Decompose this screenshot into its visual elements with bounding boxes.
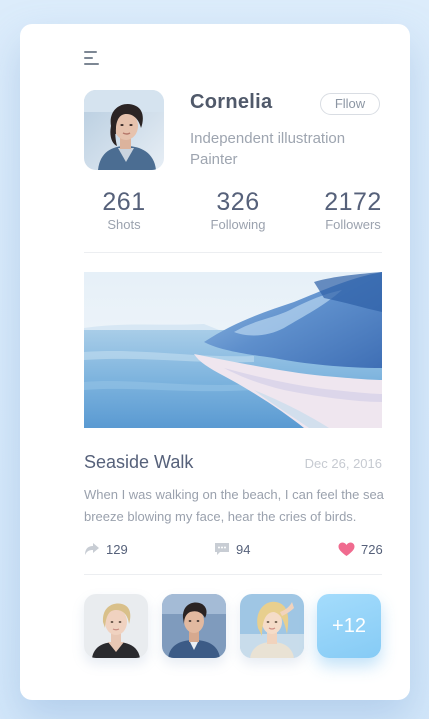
stat-value: 261 [102, 188, 146, 216]
like-action[interactable]: 726 [338, 540, 383, 558]
stat-following[interactable]: 326 Following [198, 188, 278, 232]
follower-avatar[interactable] [162, 594, 226, 658]
stat-followers[interactable]: 2172 Followers [316, 188, 390, 232]
post-date: Dec 26, 2016 [304, 456, 382, 471]
profile-bio: Independent illustration Painter [190, 130, 346, 168]
divider [84, 574, 382, 575]
post-image[interactable] [84, 272, 382, 428]
comment-action[interactable]: 94 [214, 540, 250, 558]
follower-avatar[interactable] [84, 594, 148, 658]
follow-button[interactable]: Fllow [320, 93, 380, 115]
share-count: 129 [106, 541, 128, 557]
stat-value: 326 [216, 188, 260, 216]
like-count: 726 [361, 541, 383, 557]
comment-icon [215, 543, 229, 555]
post-body: When I was walking on the beach, I can f… [84, 487, 384, 524]
divider [84, 252, 382, 253]
stat-label: Followers [325, 217, 381, 232]
avatar[interactable] [84, 90, 164, 170]
follower-avatar[interactable] [240, 594, 304, 658]
comment-count: 94 [236, 541, 251, 557]
share-action[interactable]: 129 [84, 540, 128, 558]
stat-value: 2172 [324, 188, 382, 216]
stat-label: Following [210, 217, 266, 232]
stat-shots[interactable]: 261 Shots [84, 188, 164, 232]
post-title[interactable]: Seaside Walk [84, 452, 193, 473]
menu-icon[interactable] [84, 51, 100, 65]
profile-name: Cornelia [190, 91, 273, 113]
more-followers-button[interactable]: +12 [317, 594, 381, 658]
stat-label: Shots [107, 217, 141, 232]
heart-icon [338, 542, 355, 556]
share-icon [85, 543, 99, 555]
profile-card: Cornelia Fllow Independent illustration … [20, 24, 410, 700]
